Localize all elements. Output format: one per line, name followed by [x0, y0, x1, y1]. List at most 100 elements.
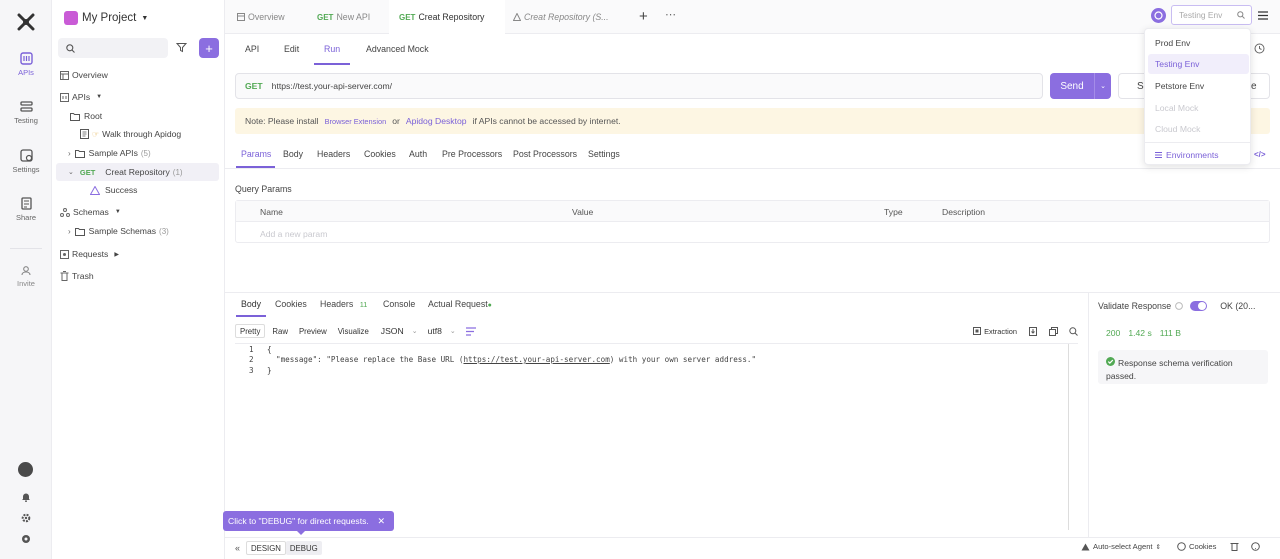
tree-walkthrough[interactable]: ☞ Walk through Apidog — [80, 125, 181, 143]
response-tab-cookies[interactable]: Cookies — [275, 299, 307, 309]
param-tab-post-processors[interactable]: Post Processors — [513, 149, 577, 159]
format-preview[interactable]: Preview — [295, 324, 331, 338]
schemas-icon — [60, 207, 70, 217]
cookies-button[interactable]: Cookies — [1189, 542, 1216, 551]
close-icon[interactable]: ✕ — [377, 516, 385, 527]
rail-settings[interactable]: Settings — [0, 149, 52, 174]
save-button[interactable]: S — [1118, 73, 1144, 99]
env-option-petstore[interactable]: Petstore Env — [1148, 76, 1249, 96]
add-param-input[interactable]: Add a new param — [260, 229, 327, 239]
tab-overview[interactable]: Overview — [237, 0, 285, 34]
tree-trash[interactable]: Trash — [60, 267, 94, 285]
tree-overview[interactable]: Overview — [60, 66, 108, 84]
apidog-desktop-link[interactable]: Apidog Desktop — [406, 116, 467, 126]
url-input[interactable]: https://test.your-api-server.com/ — [272, 81, 392, 91]
chevron-updown-icon: ⇕ — [1155, 543, 1161, 551]
copy-icon[interactable] — [1049, 326, 1058, 336]
env-option-testing[interactable]: Testing Env — [1148, 54, 1249, 74]
tab-creat-repository[interactable]: GET Creat Repository — [389, 0, 505, 34]
wrap-icon[interactable] — [465, 326, 476, 336]
validate-response: Validate Response OK (20... — [1098, 301, 1256, 311]
gear-icon[interactable] — [21, 513, 31, 523]
tree-apis[interactable]: APIs ▼ — [60, 88, 102, 106]
param-tab-pre-processors[interactable]: Pre Processors — [442, 149, 502, 159]
rail-share[interactable]: Share — [0, 197, 52, 222]
hamburger-menu-icon[interactable] — [1258, 11, 1268, 20]
project-switcher[interactable]: My Project ▼ — [64, 9, 148, 27]
tree-sample-schemas[interactable]: › Sample Schemas (3) — [68, 222, 169, 240]
format-pretty[interactable]: Pretty — [235, 324, 266, 338]
response-tab-headers[interactable]: Headers 11 — [320, 299, 367, 309]
rail-invite[interactable]: Invite — [0, 265, 52, 288]
param-tab-body[interactable]: Body — [283, 149, 303, 159]
help-icon[interactable] — [1251, 542, 1261, 551]
encoding-select[interactable]: utf8 — [428, 326, 442, 336]
browser-extension-link[interactable]: Browser Extension — [325, 117, 387, 126]
code-icon[interactable]: </> — [1254, 150, 1266, 159]
param-tab-auth[interactable]: Auth — [409, 149, 427, 159]
design-mode-button[interactable]: DESIGN — [246, 541, 286, 555]
validate-toggle[interactable] — [1190, 301, 1208, 311]
tree-creat-repository[interactable]: ⌄ GET Creat Repository (1) — [56, 163, 219, 181]
agent-select[interactable]: Auto-select Agent — [1093, 542, 1153, 551]
tree-success[interactable]: Success — [90, 181, 137, 199]
url-bar[interactable]: GET https://test.your-api-server.com/ — [235, 73, 1043, 99]
filter-icon[interactable] — [176, 42, 187, 53]
env-option-cloud-mock[interactable]: Cloud Mock — [1148, 119, 1249, 139]
method-select[interactable]: GET — [245, 81, 263, 91]
tree-requests[interactable]: Requests ▶ — [60, 245, 119, 263]
param-tab-cookies[interactable]: Cookies — [364, 149, 396, 159]
response-tab-console[interactable]: Console — [383, 299, 415, 309]
tree-root[interactable]: Root — [70, 107, 102, 125]
editor-scrollbar[interactable] — [1068, 344, 1069, 530]
avatar[interactable] — [18, 462, 33, 477]
extraction-button[interactable]: Extraction — [984, 327, 1017, 336]
new-tab-button[interactable]: + — [639, 9, 648, 24]
collapse-icon[interactable]: « — [235, 543, 240, 553]
env-option-prod[interactable]: Prod Env — [1148, 33, 1249, 53]
search-icon[interactable] — [1069, 326, 1078, 336]
response-status-select[interactable]: OK (20... — [1220, 301, 1255, 311]
env-icon[interactable] — [1151, 8, 1166, 23]
response-body-editor[interactable] — [235, 343, 1078, 530]
rail-testing[interactable]: Testing — [0, 100, 52, 125]
rail-apis[interactable]: APIs — [0, 52, 52, 77]
tab-creat-repository-success[interactable]: Creat Repository (S... — [513, 0, 609, 34]
add-button[interactable]: + — [199, 38, 219, 58]
format-visualize[interactable]: Visualize — [334, 324, 373, 338]
env-dropdown: Prod Env Testing Env Petstore Env Local … — [1144, 28, 1251, 165]
tree-schemas[interactable]: Schemas ▼ — [60, 203, 121, 221]
env-option-local-mock[interactable]: Local Mock — [1148, 98, 1249, 118]
more-tabs-icon[interactable]: ⋯ — [665, 8, 677, 21]
chevron-right-icon: › — [68, 148, 71, 158]
send-button[interactable]: Send ⌄ — [1050, 73, 1111, 99]
tab-new-api[interactable]: GET New API — [317, 0, 370, 34]
help-icon[interactable] — [21, 534, 31, 544]
caret-down-icon: ▼ — [96, 94, 103, 100]
debug-mode-button[interactable]: DEBUG — [285, 541, 322, 555]
tree-sample-apis[interactable]: › Sample APIs (5) — [68, 144, 151, 162]
search-input[interactable] — [80, 43, 164, 53]
subtab-run[interactable]: Run — [324, 44, 340, 54]
env-selector[interactable]: Testing Env — [1171, 5, 1252, 25]
response-tab-actual-request[interactable]: Actual Request● — [428, 299, 492, 309]
format-raw[interactable]: Raw — [268, 324, 292, 338]
lang-select[interactable]: JSON — [381, 326, 404, 336]
environments-link[interactable]: Environments — [1148, 145, 1249, 165]
send-dropdown-icon[interactable]: ⌄ — [1095, 82, 1111, 90]
save-button-right[interactable]: e — [1251, 73, 1270, 99]
response-size: 111 B — [1159, 328, 1181, 338]
subtab-edit[interactable]: Edit — [284, 44, 299, 54]
subtab-api[interactable]: API — [245, 44, 259, 54]
response-tab-body[interactable]: Body — [241, 299, 261, 309]
param-tab-settings[interactable]: Settings — [588, 149, 620, 159]
download-icon[interactable] — [1029, 326, 1037, 336]
example-icon — [513, 13, 521, 21]
trash-icon[interactable] — [1230, 542, 1239, 551]
clock-icon[interactable] — [1254, 43, 1265, 54]
search-box[interactable] — [58, 38, 168, 58]
bell-icon[interactable] — [21, 492, 31, 502]
param-tab-params[interactable]: Params — [241, 149, 271, 159]
subtab-advanced-mock[interactable]: Advanced Mock — [366, 44, 429, 54]
param-tab-headers[interactable]: Headers — [317, 149, 350, 159]
